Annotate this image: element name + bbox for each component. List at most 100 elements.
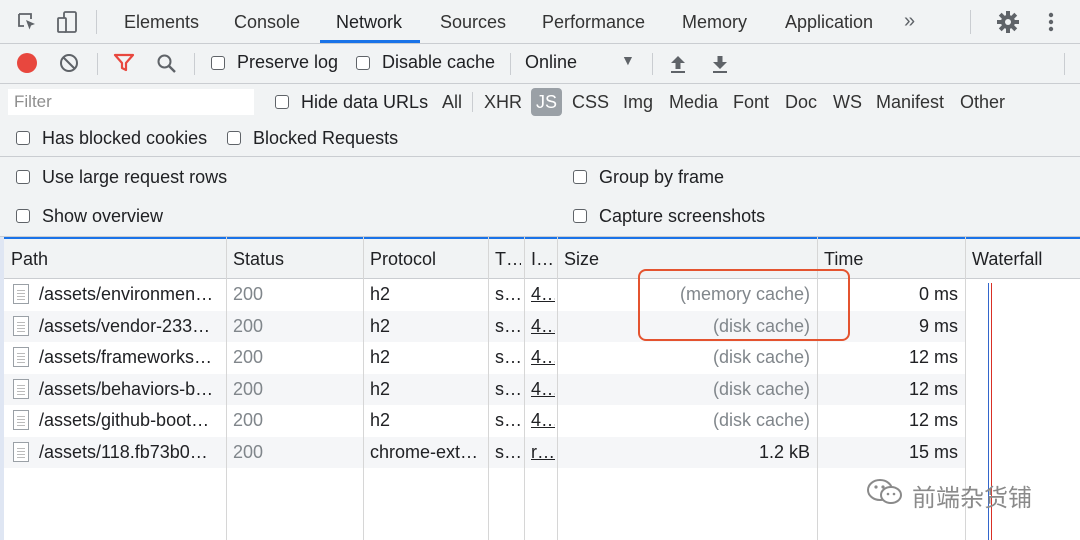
network-toolbar: Preserve log Disable cache Online ▼ bbox=[0, 44, 1080, 84]
more-options-icon[interactable] bbox=[1046, 10, 1056, 34]
watermark: 前端杂货铺 bbox=[866, 478, 1032, 513]
devtools-tab-bar: Elements Console Network Sources Perform… bbox=[0, 0, 1080, 44]
blocked-requests-checkbox[interactable] bbox=[227, 131, 241, 145]
throttling-select[interactable]: Online ▼ bbox=[525, 52, 637, 76]
cell-size: (disk cache) bbox=[712, 347, 810, 367]
cell-initiator[interactable]: 4… bbox=[531, 405, 555, 436]
show-overview-label: Show overview bbox=[42, 206, 164, 226]
tab-sources[interactable]: Sources bbox=[440, 0, 506, 44]
cell-time: 12 ms bbox=[908, 378, 958, 399]
cell-time: 15 ms bbox=[908, 441, 958, 462]
cell-status: 200 bbox=[233, 410, 264, 430]
tab-console[interactable]: Console bbox=[234, 0, 300, 44]
cell-status: 200 bbox=[233, 378, 264, 399]
group-by-frame-checkbox[interactable] bbox=[573, 170, 587, 184]
cell-status: 200 bbox=[233, 441, 264, 462]
has-blocked-cookies-checkbox[interactable] bbox=[16, 131, 30, 145]
cell-protocol: h2 bbox=[370, 315, 391, 336]
has-blocked-cookies-label: Has blocked cookies bbox=[42, 128, 208, 148]
table-row[interactable]: /assets/github-boot… 200 h2 s… 4… (disk cache… bbox=[0, 405, 965, 436]
filter-type-all[interactable]: All bbox=[437, 88, 467, 116]
script-file-icon bbox=[13, 441, 29, 462]
cell-size: (disk cache) bbox=[712, 378, 810, 399]
filter-type-media[interactable]: Media bbox=[664, 88, 723, 116]
column-header-waterfall[interactable]: Waterfall bbox=[972, 239, 1077, 279]
column-header-status[interactable]: Status bbox=[233, 239, 358, 279]
script-file-icon bbox=[13, 315, 29, 336]
column-header-path[interactable]: Path bbox=[11, 239, 221, 279]
filter-bar: Hide data URLs All XHR JS CSS Img Media … bbox=[0, 84, 1080, 157]
cell-type: s… bbox=[495, 315, 521, 336]
record-icon[interactable] bbox=[17, 53, 37, 73]
more-tabs-icon[interactable]: » bbox=[904, 10, 915, 33]
active-tab-indicator bbox=[320, 40, 420, 43]
cell-time: 12 ms bbox=[908, 410, 958, 430]
settings-gear-icon[interactable] bbox=[996, 10, 1020, 34]
filter-input[interactable] bbox=[8, 89, 254, 115]
tab-performance[interactable]: Performance bbox=[542, 0, 645, 44]
cell-type: s… bbox=[495, 378, 521, 399]
cell-initiator[interactable]: 4… bbox=[531, 279, 555, 310]
tab-network[interactable]: Network bbox=[336, 0, 402, 44]
capture-screenshots-label: Capture screenshots bbox=[599, 206, 766, 226]
cell-initiator[interactable]: 4… bbox=[531, 374, 555, 405]
network-settings: Use large request rows Group by frame Sh… bbox=[0, 157, 1080, 237]
search-icon[interactable] bbox=[156, 53, 178, 75]
filter-type-other[interactable]: Other bbox=[955, 88, 1010, 116]
filter-type-font[interactable]: Font bbox=[728, 88, 774, 116]
throttling-value: Online bbox=[525, 52, 578, 72]
filter-icon[interactable] bbox=[113, 53, 135, 73]
tab-memory[interactable]: Memory bbox=[682, 0, 747, 44]
script-file-icon bbox=[13, 410, 29, 430]
cell-status: 200 bbox=[233, 315, 264, 336]
cell-status: 200 bbox=[233, 347, 264, 367]
cell-initiator[interactable]: 4… bbox=[531, 311, 555, 342]
large-rows-checkbox[interactable] bbox=[16, 170, 30, 184]
watermark-text: 前端杂货铺 bbox=[912, 485, 1032, 512]
capture-screenshots-checkbox[interactable] bbox=[573, 209, 587, 223]
cell-protocol: h2 bbox=[370, 347, 391, 367]
device-toolbar-icon[interactable] bbox=[56, 10, 80, 34]
cell-protocol: h2 bbox=[370, 378, 391, 399]
preserve-log-checkbox[interactable] bbox=[211, 56, 225, 70]
filter-type-doc[interactable]: Doc bbox=[780, 88, 822, 116]
tab-elements[interactable]: Elements bbox=[124, 0, 199, 44]
filter-type-img[interactable]: Img bbox=[618, 88, 658, 116]
cache-highlight-box bbox=[638, 269, 850, 341]
tab-application[interactable]: Application bbox=[785, 0, 873, 44]
table-left-border bbox=[0, 237, 4, 540]
filter-type-manifest[interactable]: Manifest bbox=[871, 88, 949, 116]
filter-type-css[interactable]: CSS bbox=[567, 88, 614, 116]
script-file-icon bbox=[13, 347, 29, 367]
cell-path: /assets/environmen… bbox=[39, 284, 214, 304]
filter-type-ws[interactable]: WS bbox=[828, 88, 867, 116]
cell-size: 1.2 kB bbox=[758, 441, 810, 462]
filter-type-xhr[interactable]: XHR bbox=[479, 88, 527, 116]
cell-size: (disk cache) bbox=[712, 410, 810, 430]
column-header-protocol[interactable]: Protocol bbox=[370, 239, 482, 279]
disable-cache-checkbox[interactable] bbox=[356, 56, 370, 70]
table-row[interactable]: /assets/behaviors-b… 200 h2 s… 4… (disk cache… bbox=[0, 373, 965, 405]
cell-time: 12 ms bbox=[908, 347, 958, 367]
cell-path: /assets/behaviors-b… bbox=[39, 378, 214, 399]
cell-initiator[interactable]: r… bbox=[531, 437, 555, 468]
column-header-initiator[interactable]: I… bbox=[531, 239, 555, 279]
filter-type-js[interactable]: JS bbox=[531, 88, 563, 116]
cell-protocol: h2 bbox=[370, 410, 391, 430]
table-row[interactable]: /assets/118.fb73b0… 200 chrome-ext… s… r… 1.2… bbox=[0, 436, 965, 468]
import-har-icon[interactable] bbox=[669, 53, 687, 75]
column-header-type[interactable]: T… bbox=[495, 239, 521, 279]
cell-path: /assets/github-boot… bbox=[39, 410, 210, 430]
clear-icon[interactable] bbox=[59, 53, 79, 73]
inspect-element-icon[interactable] bbox=[16, 11, 38, 33]
wechat-logo-icon bbox=[866, 478, 904, 513]
cell-initiator[interactable]: 4… bbox=[531, 342, 555, 373]
table-row[interactable]: /assets/frameworks… 200 h2 s… 4… (disk cache)… bbox=[0, 342, 965, 373]
hide-data-urls-label: Hide data URLs bbox=[301, 92, 429, 112]
cell-type: s… bbox=[495, 284, 521, 304]
export-har-icon[interactable] bbox=[711, 53, 729, 75]
show-overview-checkbox[interactable] bbox=[16, 209, 30, 223]
preserve-log-label: Preserve log bbox=[237, 52, 339, 72]
hide-data-urls-checkbox[interactable] bbox=[275, 95, 289, 109]
cell-status: 200 bbox=[233, 284, 264, 304]
